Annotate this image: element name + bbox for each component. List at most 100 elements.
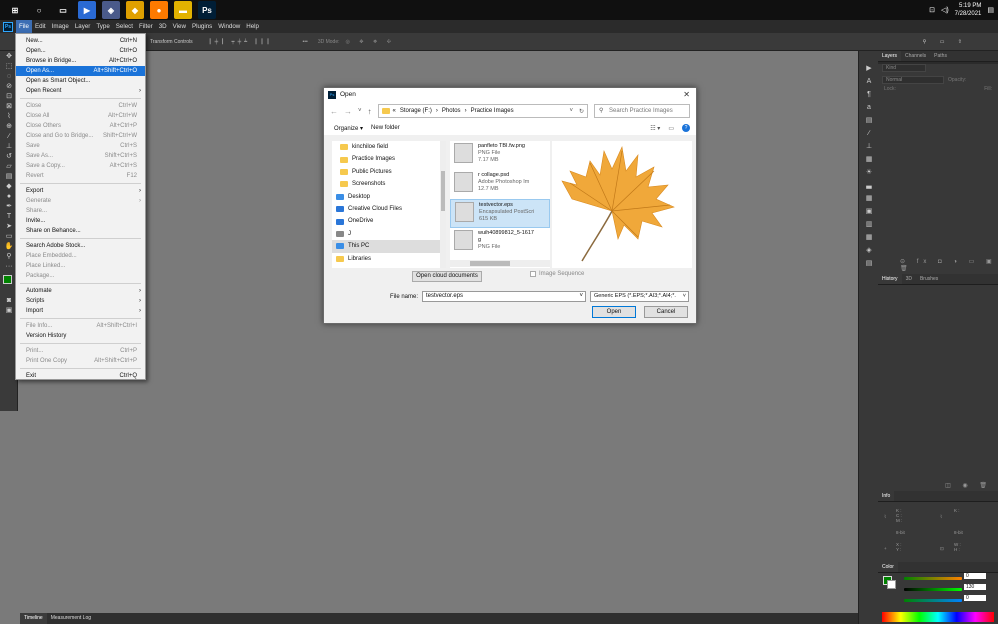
play-icon[interactable]: ▶ — [864, 65, 874, 73]
file-menu-item-open-as[interactable]: Open As... Alt+Shift+Ctrl+O — [16, 66, 145, 76]
red-value[interactable]: 0 — [964, 573, 986, 579]
file-menu-item-browse-in-bridge[interactable]: Browse in Bridge... Alt+Ctrl+O — [16, 56, 145, 66]
volume-icon[interactable]: ◁) — [941, 6, 949, 14]
nav-scrollbar[interactable] — [440, 141, 446, 268]
breadcrumb-segment[interactable]: Practice Images — [471, 108, 514, 114]
history-actions-icons[interactable]: ◫ ◉ 🗑 — [945, 482, 992, 489]
open-button[interactable]: Open — [592, 306, 636, 318]
file-item[interactable]: testvector.eps Encapsulated PostScri 615 K… — [450, 199, 550, 228]
tab-brushes[interactable]: Brushes — [916, 274, 942, 284]
menu-help[interactable]: Help — [243, 20, 262, 33]
file-hscrollbar[interactable] — [450, 260, 550, 267]
file-menu-item-search-adobe-stock[interactable]: Search Adobe Stock... — [16, 241, 145, 251]
filter-kind-select[interactable]: Kind — [882, 64, 926, 72]
histogram-icon[interactable]: ▃ — [864, 182, 874, 190]
brush-tool-icon[interactable]: ∕ — [3, 133, 15, 141]
file-menu-item-print-one-copy[interactable]: Print One Copy Alt+Shift+Ctrl+P — [16, 356, 145, 366]
more-options-icon[interactable]: ••• — [303, 39, 308, 45]
tab-3d[interactable]: 3D — [902, 274, 916, 284]
taskbar-start-icon[interactable]: ⊞ — [6, 1, 24, 19]
close-icon[interactable]: ✕ — [683, 90, 690, 99]
view-options-icon[interactable]: ☷ ▾ — [650, 125, 660, 132]
clock[interactable]: 5:19 PM 7/28/2021 — [955, 2, 982, 18]
blend-mode-select[interactable]: Normal — [882, 76, 944, 84]
breadcrumb-segment[interactable]: › — [436, 108, 438, 114]
breadcrumb-segment[interactable]: Storage (F:) — [400, 108, 432, 114]
quick-select-icon[interactable]: ⊘ — [3, 83, 15, 91]
file-menu-item-import[interactable]: Import › — [16, 306, 145, 316]
move-tool-icon[interactable]: ✥ — [3, 53, 15, 61]
pen-tool-icon[interactable]: ✒ — [3, 203, 15, 211]
styles-icon[interactable]: ▣ — [864, 208, 874, 216]
image-sequence-checkbox[interactable]: Image Sequence — [530, 271, 584, 277]
color-swatches[interactable] — [2, 275, 16, 293]
menu-view[interactable]: View — [170, 20, 189, 33]
taskbar-search-icon[interactable]: ○ — [30, 1, 48, 19]
network-icon[interactable]: ⊡ — [929, 6, 935, 14]
paragraph-icon[interactable]: ¶ — [864, 91, 874, 99]
file-menu-item-close-and-go-to-bridge[interactable]: Close and Go to Bridge... Shift+Ctrl+W — [16, 131, 145, 141]
tab-paths[interactable]: Paths — [930, 51, 951, 61]
file-menu-item-revert[interactable]: Revert F12 — [16, 171, 145, 181]
menu-plugins[interactable]: Plugins — [189, 20, 215, 33]
up-arrow-icon[interactable]: ↑ — [368, 107, 372, 116]
foreground-color-swatch[interactable] — [3, 275, 12, 284]
type-tool-icon[interactable]: T — [3, 213, 15, 221]
eyedropper-tool-icon[interactable]: ⌇ — [3, 113, 15, 121]
cancel-button[interactable]: Cancel — [644, 306, 688, 318]
tab-layers[interactable]: Layers — [878, 51, 902, 61]
notes-icon[interactable]: ▤ — [864, 260, 874, 268]
taskbar-media-icon[interactable]: ▶ — [78, 1, 96, 19]
file-hscrollbar-thumb[interactable] — [470, 261, 510, 266]
menu-edit[interactable]: Edit — [32, 20, 49, 33]
file-menu-item-exit[interactable]: Exit Ctrl+Q — [16, 371, 145, 381]
file-menu-item-file-info[interactable]: File Info... Alt+Shift+Ctrl+I — [16, 321, 145, 331]
file-menu-item-generate[interactable]: Generate › — [16, 196, 145, 206]
layer-comps-icon[interactable]: ◈ — [864, 247, 874, 255]
file-name-input[interactable]: testvector.eps ˅ — [422, 291, 587, 302]
file-menu-item-save[interactable]: Save Ctrl+S — [16, 141, 145, 151]
menu-select[interactable]: Select — [113, 20, 136, 33]
breadcrumb-segment[interactable]: Photos — [442, 108, 461, 114]
file-menu-item-invite[interactable]: Invite... — [16, 216, 145, 226]
libraries-icon[interactable]: ▥ — [864, 221, 874, 229]
taskbar-editor-icon[interactable]: ◆ — [126, 1, 144, 19]
taskbar-task-view-icon[interactable]: ▭ — [54, 1, 72, 19]
layer-actions-icons[interactable]: ⊝ fx ◘ ◑ ▭ ▣ 🗑 — [900, 258, 998, 272]
address-dropdown-icon[interactable]: ˅ — [569, 108, 573, 114]
address-bar[interactable]: « Storage (F:) › Photos › Practice Images ˅ ↻ — [377, 104, 588, 118]
color-spectrum[interactable] — [882, 612, 994, 622]
nav-item-this-pc[interactable]: This PC — [332, 240, 440, 253]
glyphs-icon[interactable]: a — [864, 104, 874, 112]
workspace-icons[interactable]: ⚲ ▭ ⇧ — [923, 39, 968, 45]
zoom-tool-icon[interactable]: ⚲ — [3, 253, 15, 261]
file-menu-item-open-as-smart-object[interactable]: Open as Smart Object... — [16, 76, 145, 86]
nav-item-creative-cloud-files[interactable]: Creative Cloud Files — [332, 203, 440, 215]
color-sliders[interactable] — [904, 575, 962, 604]
file-menu-item-close[interactable]: Close Ctrl+W — [16, 101, 145, 111]
file-menu-item-scripts[interactable]: Scripts › — [16, 296, 145, 306]
nav-scrollbar-thumb[interactable] — [441, 171, 445, 211]
nav-item-kinchiloe-field[interactable]: kinchiloe field — [332, 141, 440, 153]
file-menu-item-new[interactable]: New... Ctrl+N — [16, 36, 145, 46]
new-folder-button[interactable]: New folder — [371, 125, 400, 131]
green-value[interactable]: 130 — [964, 584, 986, 590]
file-menu-item-share-on-behance[interactable]: Share on Behance... — [16, 226, 145, 236]
gradient-tool-icon[interactable]: ▤ — [3, 173, 15, 181]
3d-mode-icons[interactable]: ◎ ✥ ❖ ✣ — [346, 39, 395, 45]
history-brush-icon[interactable]: ↺ — [3, 153, 15, 161]
tab-info[interactable]: Info — [878, 491, 895, 501]
menu-window[interactable]: Window — [215, 20, 243, 33]
file-menu-item-save-a-copy[interactable]: Save a Copy... Alt+Ctrl+S — [16, 161, 145, 171]
taskbar-explorer-icon[interactable]: ▬ — [174, 1, 192, 19]
path-select-icon[interactable]: ➤ — [3, 223, 15, 231]
nav-item-desktop[interactable]: Desktop — [332, 191, 440, 203]
clone-source-icon[interactable]: ⊥ — [864, 143, 874, 151]
tab-channels[interactable]: Channels — [901, 51, 930, 61]
dodge-tool-icon[interactable]: ● — [3, 193, 15, 201]
character-icon[interactable]: A — [864, 78, 874, 86]
notification-icon[interactable]: ▤ — [987, 6, 994, 14]
eraser-tool-icon[interactable]: ▱ — [3, 163, 15, 171]
breadcrumb-segment[interactable]: › — [465, 108, 467, 114]
search-input[interactable]: ⚲ Search Practice Images — [594, 104, 690, 118]
